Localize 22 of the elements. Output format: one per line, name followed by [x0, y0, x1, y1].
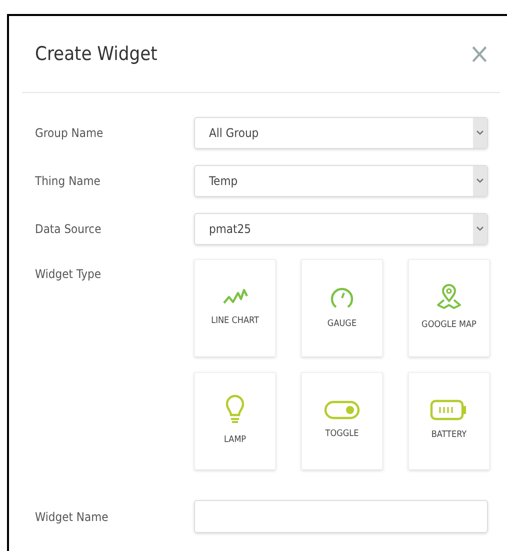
field-label: Widget Name: [35, 508, 110, 526]
chevron-down-icon: [476, 130, 484, 136]
dropdown[interactable]: Temp: [194, 165, 488, 197]
widget-type-tile[interactable]: GOOGLE MAP: [408, 259, 490, 357]
widget-type-tile[interactable]: TOGGLE: [301, 372, 383, 470]
field-label: Thing Name: [35, 173, 102, 190]
dropdown[interactable]: All Group: [194, 117, 488, 149]
toggle-icon: [324, 400, 360, 420]
chevron-down-icon: [476, 178, 484, 184]
map-pin-icon: [435, 283, 463, 312]
widget-type-tile[interactable]: LINE CHART: [194, 259, 276, 357]
field-label: Group Name: [35, 125, 104, 142]
widget-type-tile[interactable]: LAMP: [194, 372, 276, 470]
widget-type-tile[interactable]: BATTERY: [408, 372, 490, 470]
battery-icon: [430, 399, 468, 422]
field-label: Data Source: [35, 221, 102, 238]
chevron-down-icon: [476, 226, 484, 232]
input-field[interactable]: [194, 500, 488, 533]
dialog-title: Create Widget: [35, 42, 158, 67]
widget-type-tile[interactable]: GAUGE: [301, 259, 383, 357]
dropdown[interactable]: pmat25: [194, 213, 488, 245]
field-label: Widget Type: [35, 266, 102, 283]
